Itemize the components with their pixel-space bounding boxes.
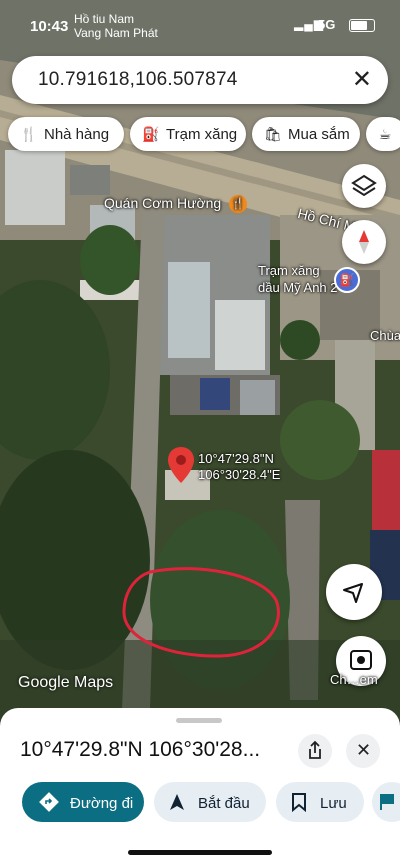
shopping-bag-icon: 🛍 [264, 126, 282, 142]
chip-gas-stations[interactable]: ⛽ Trạm xăng [130, 117, 246, 151]
notification-line-1: Hồ tiu Nam [74, 12, 135, 26]
category-chips: 🍴 Nhà hàng ⛽ Trạm xăng 🛍 Mua sắm ☕ [0, 117, 400, 153]
place-title: 10°47'29.8"N 106°30'28... [20, 738, 261, 761]
gas-station-icon: ⛽ [142, 126, 160, 142]
map-label-restaurant[interactable]: Quán Cơm Hường 🍴 [104, 195, 248, 214]
save-label: Lưu [320, 795, 347, 812]
chip-label: Nhà hàng [44, 126, 110, 143]
layers-button[interactable] [342, 164, 386, 208]
directions-icon [38, 782, 60, 822]
chip-restaurants[interactable]: 🍴 Nhà hàng [8, 117, 124, 151]
layers-icon [351, 174, 377, 197]
chip-coffee[interactable]: ☕ [366, 117, 400, 151]
restaurant-icon: 🍴 [20, 126, 38, 142]
map-label-chua: Chùa [370, 328, 400, 343]
compass-icon [359, 230, 369, 254]
coffee-icon: ☕ [378, 126, 392, 142]
gas-station-name-2: dầu Mỹ Anh 2 [258, 280, 338, 295]
close-icon[interactable]: ✕ [352, 65, 372, 94]
start-label: Bắt đầu [198, 795, 250, 812]
satellite-map[interactable]: 10:43 Hồ tiu Nam Vang Nam Phát ▂▄▆ 5G 10… [0, 0, 400, 720]
location-pin-icon[interactable] [166, 446, 196, 489]
more-actions-button[interactable] [372, 782, 400, 822]
bookmark-icon [288, 782, 310, 822]
status-notification: Hồ tiu Nam Vang Nam Phát [74, 12, 158, 40]
save-button[interactable]: Lưu [276, 782, 364, 822]
close-icon: ✕ [356, 740, 372, 760]
restaurant-pin-icon: 🍴 [229, 195, 248, 214]
pin-latitude: 10°47'29.8"N [198, 451, 274, 466]
search-query[interactable]: 10.791618,106.507874 [38, 69, 237, 91]
home-indicator [128, 850, 272, 855]
status-bar: 10:43 Hồ tiu Nam Vang Nam Phát ▂▄▆ 5G [0, 8, 400, 40]
gas-station-name-1: Trạm xăng [258, 263, 320, 278]
pin-longitude: 106°30'28.4"E [198, 467, 281, 482]
google-maps-watermark: Google Maps [18, 674, 114, 691]
chip-shopping[interactable]: 🛍 Mua sắm [252, 117, 360, 151]
status-time: 10:43 [30, 18, 69, 35]
my-location-button[interactable] [326, 564, 382, 620]
gas-station-marker-icon[interactable]: ⛽ [334, 267, 360, 293]
directions-button[interactable]: Đường đi [22, 782, 144, 822]
pin-coordinates: 10°47'29.8"N 106°30'28.4"E [198, 451, 280, 483]
chip-label: Mua sắm [288, 126, 350, 143]
restaurant-name: Quán Cơm Hường [104, 195, 222, 211]
navigation-arrow-icon [343, 583, 363, 603]
share-icon [309, 740, 321, 759]
start-button[interactable]: Bắt đầu [154, 782, 266, 822]
close-sheet-button[interactable]: ✕ [346, 734, 380, 768]
share-button[interactable] [298, 734, 332, 768]
street-view-label: Ch…em [330, 672, 378, 687]
battery-icon [349, 19, 375, 32]
navigation-arrow-icon [166, 782, 188, 822]
flag-icon [376, 782, 398, 822]
map-label-gas-station[interactable]: Trạm xăng dầu Mỹ Anh 2 [258, 262, 338, 296]
directions-label: Đường đi [70, 795, 134, 812]
network-type: 5G [318, 17, 336, 32]
chip-label: Trạm xăng [166, 126, 238, 143]
notification-line-2: Vang Nam Phát [74, 26, 158, 40]
place-bottom-sheet[interactable]: 10°47'29.8"N 106°30'28... ✕ Đường đi Bắt… [0, 708, 400, 865]
sheet-drag-handle[interactable] [176, 718, 222, 723]
search-bar[interactable]: 10.791618,106.507874 ✕ [12, 56, 388, 104]
compass-button[interactable] [342, 220, 386, 264]
